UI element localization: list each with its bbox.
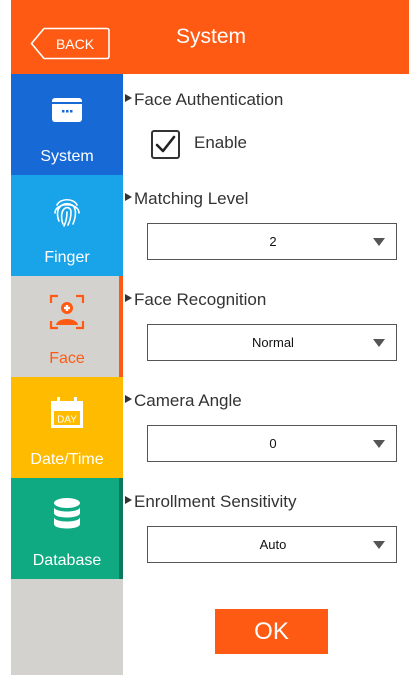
enable-label: Enable [194,133,247,152]
sidebar-item-finger[interactable]: Finger [11,175,123,276]
page-title: System [175,25,246,48]
sidebar-item-label: Database [32,552,102,569]
enable-checkbox[interactable] [151,130,180,159]
bullet-triangle-icon [125,193,132,201]
sidebar-item-face[interactable]: Face [11,276,123,377]
enrollment-sensitivity-title: Enrollment Sensitivity [125,492,297,512]
bullet-triangle-icon [125,395,132,403]
fingerprint-icon [54,198,80,227]
matching-level-value: 2 [269,234,277,249]
face-recognition-select[interactable]: Normal [147,324,397,361]
sidebar-item-date-time[interactable]: DAY Date/Time [11,377,123,478]
dropdown-arrow-icon [373,440,385,448]
calendar-icon: DAY [51,397,83,428]
bullet-triangle-icon [125,94,132,102]
sidebar: System Finger Face DAY Date/Time Databas… [11,74,123,675]
calendar-day-text: DAY [57,415,77,426]
dropdown-arrow-icon [373,339,385,347]
ok-button[interactable]: OK [215,609,328,654]
camera-angle-value: 0 [269,436,277,451]
sidebar-item-label: Face [49,350,85,367]
matching-level-title: Matching Level [125,189,248,209]
bullet-triangle-icon [125,496,132,504]
sidebar-item-system[interactable]: System [11,74,123,175]
face-recognition-value: Normal [252,335,294,350]
header-bar: BACK System [11,0,409,74]
matching-level-select[interactable]: 2 [147,223,397,260]
sidebar-item-database[interactable]: Database [11,478,123,579]
bullet-triangle-icon [125,294,132,302]
camera-angle-title: Camera Angle [125,391,242,411]
settings-panel: Face Authentication Enable Matching Leve… [123,74,409,675]
dropdown-arrow-icon [373,238,385,246]
camera-angle-select[interactable]: 0 [147,425,397,462]
enrollment-sensitivity-select[interactable]: Auto [147,526,397,563]
database-icon [54,498,80,529]
sidebar-item-label: Date/Time [30,451,104,468]
face-recognition-title: Face Recognition [125,290,266,310]
back-button-label[interactable]: BACK [41,29,109,59]
enrollment-sensitivity-value: Auto [259,537,287,552]
system-settings-screen: BACK System System Finger Face DAY Date/… [11,0,409,675]
face-scan-icon [49,294,85,330]
sidebar-item-label: System [40,148,94,165]
dropdown-arrow-icon [373,541,385,549]
checkmark-icon [155,135,176,153]
face-authentication-title: Face Authentication [125,90,283,110]
screen-icon [52,98,82,122]
sidebar-item-label: Finger [44,249,90,266]
